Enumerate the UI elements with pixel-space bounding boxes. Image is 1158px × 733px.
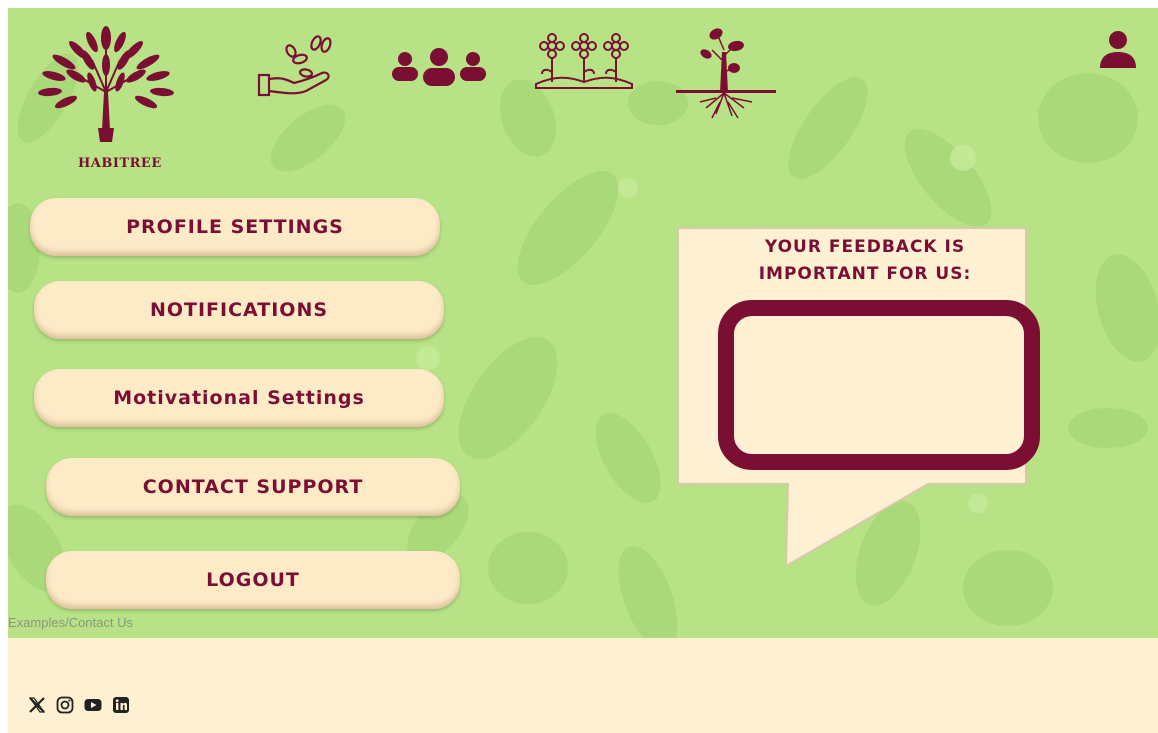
x-icon[interactable]: [28, 696, 46, 714]
contact-support-button[interactable]: CONTACT SUPPORT: [46, 458, 460, 516]
footer: [8, 638, 1158, 733]
community-icon[interactable]: [389, 48, 489, 90]
linkedin-icon[interactable]: [112, 696, 130, 714]
feedback-title-line-1: YOUR FEEDBACK IS: [764, 237, 966, 257]
feedback-title: YOUR FEEDBACK IS IMPORTANT FOR US:: [708, 234, 1022, 288]
youtube-icon[interactable]: [84, 696, 102, 714]
hand-seedling-icon[interactable]: [256, 33, 344, 99]
tree-roots-icon[interactable]: [676, 22, 776, 120]
tree-logo-icon: [38, 26, 174, 142]
feedback-title-line-2: IMPORTANT FOR US:: [758, 264, 972, 284]
page: HABITREE PROFILE SETTINGS NOTIFICATIONS …: [8, 8, 1158, 733]
habitree-logo[interactable]: HABITREE: [26, 20, 186, 175]
social-links: [28, 696, 130, 714]
motivational-settings-button[interactable]: Motivational Settings: [34, 369, 444, 427]
instagram-icon[interactable]: [56, 696, 74, 714]
user-icon[interactable]: [1098, 30, 1138, 70]
feedback-input[interactable]: [718, 300, 1040, 470]
examples-contact-link[interactable]: Examples/Contact Us: [8, 615, 133, 630]
profile-settings-button[interactable]: PROFILE SETTINGS: [30, 198, 440, 256]
flower-garden-icon[interactable]: [534, 32, 634, 90]
logout-button[interactable]: LOGOUT: [46, 551, 460, 609]
brand-name: HABITREE: [78, 156, 162, 171]
hero-section: HABITREE PROFILE SETTINGS NOTIFICATIONS …: [8, 8, 1158, 638]
notifications-button[interactable]: NOTIFICATIONS: [34, 281, 444, 339]
